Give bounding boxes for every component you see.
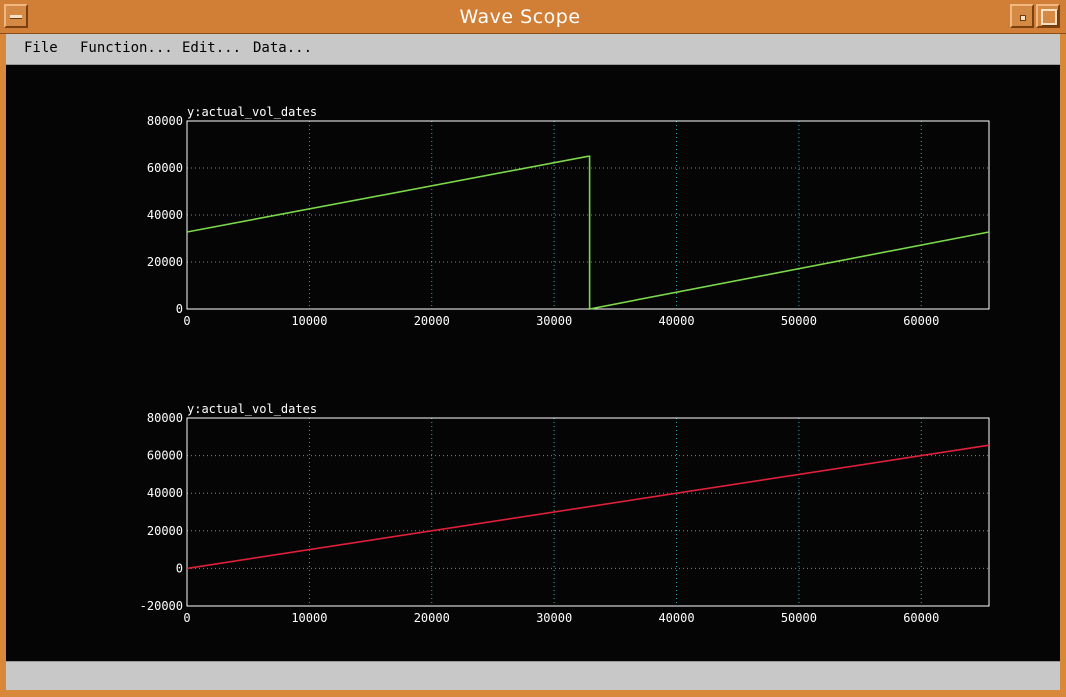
- menu-function[interactable]: Function...: [80, 40, 173, 56]
- title-bar[interactable]: Wave Scope: [0, 0, 1066, 34]
- chart-1-ytick-0: 0: [176, 302, 183, 316]
- scope-charts: y:actual_vol_dates 0 20000 40000 60000 80000 0…: [140, 105, 990, 625]
- chart-1-title: y:actual_vol_dates: [187, 105, 317, 119]
- maximize-button[interactable]: [1036, 4, 1060, 28]
- chart-1-xtick-3: 30000: [536, 314, 572, 328]
- plot-area: y:actual_vol_dates 0 20000 40000 60000 80000 0…: [6, 65, 1060, 661]
- chart-1-ytick-3: 60000: [147, 161, 183, 175]
- chart-2-xtick-0: 0: [183, 611, 190, 625]
- chart-2-ytick-1: 0: [176, 561, 183, 575]
- app-window: Wave Scope File Function... Edit... Data…: [0, 0, 1066, 697]
- chart-2-series-line-1: [186, 444, 990, 570]
- chart-2-ytick-3: 40000: [147, 486, 183, 500]
- window-title: Wave Scope: [459, 6, 581, 28]
- minimize-icon: [1020, 15, 1026, 21]
- chart-2-xtick-2: 20000: [414, 611, 450, 625]
- chart-1-ytick-4: 80000: [147, 114, 183, 128]
- chart-1-xtick-1: 10000: [291, 314, 327, 328]
- menu-file[interactable]: File: [24, 40, 58, 56]
- chart-1-xtick-5: 50000: [781, 314, 817, 328]
- menu-bar: File Function... Edit... Data...: [6, 34, 1060, 65]
- chart-2-ytick-4: 60000: [147, 449, 183, 463]
- chart-1-ytick-2: 40000: [147, 208, 183, 222]
- menu-data[interactable]: Data...: [253, 40, 312, 56]
- chart-1-xtick-0: 0: [183, 314, 190, 328]
- chart-2-ytick-2: 20000: [147, 524, 183, 538]
- chart-1-xtick-2: 20000: [414, 314, 450, 328]
- chart-2-ytick-0: -20000: [140, 599, 183, 613]
- chart-1-xtick-6: 60000: [903, 314, 939, 328]
- chart-1-ytick-1: 20000: [147, 255, 183, 269]
- chart-2-frame: [186, 417, 990, 607]
- chart-2-xtick-5: 50000: [781, 611, 817, 625]
- chart-1-series-line-1: [186, 155, 990, 310]
- menu-edit[interactable]: Edit...: [182, 40, 241, 56]
- chart-2-xtick-6: 60000: [903, 611, 939, 625]
- chart-2-xtick-4: 40000: [658, 611, 694, 625]
- minimize-button[interactable]: [1010, 4, 1034, 28]
- chart-2-xtick-1: 10000: [291, 611, 327, 625]
- chart-2-title: y:actual_vol_dates: [187, 402, 317, 416]
- chart-1-xtick-4: 40000: [658, 314, 694, 328]
- maximize-icon: [1041, 9, 1057, 25]
- chart-2-ytick-5: 80000: [147, 411, 183, 425]
- status-bar: [6, 661, 1060, 690]
- chart-2-xtick-3: 30000: [536, 611, 572, 625]
